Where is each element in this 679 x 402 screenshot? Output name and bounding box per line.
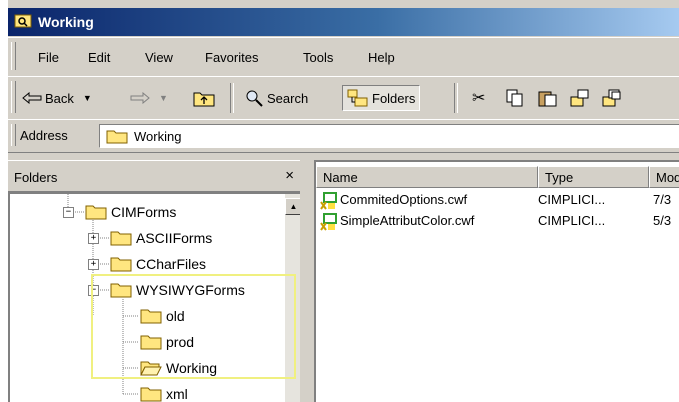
folder-icon	[106, 129, 128, 144]
tree-node-wysiwygforms[interactable]: WYSIWYGForms	[110, 281, 245, 299]
search-button[interactable]: Search	[244, 86, 308, 110]
tree-node-prod[interactable]: prod	[140, 333, 194, 351]
file-type: CIMPLICI...	[538, 192, 606, 207]
menubar-grip[interactable]	[11, 42, 16, 70]
paste-icon	[538, 89, 558, 107]
cut-button[interactable]: ✂	[472, 86, 485, 110]
standard-toolbar: Back ▼ ▼ Search Folders ✂	[8, 76, 679, 120]
file-name: CommitedOptions.cwf	[340, 192, 468, 207]
up-folder-icon	[193, 89, 215, 107]
file-modified: 7/3	[653, 192, 672, 207]
folder-icon	[140, 334, 162, 350]
column-header-modified[interactable]: Mod	[649, 166, 679, 188]
tree-node-working[interactable]: Working	[140, 359, 217, 377]
toolbar-separator	[454, 83, 458, 113]
move-to-button[interactable]	[570, 86, 590, 110]
tree-node-cimforms[interactable]: CIMForms	[85, 203, 176, 221]
folder-icon	[140, 386, 162, 402]
tree-node-label: ASCIIForms	[136, 230, 213, 246]
folders-pane: Folders × − CIMForms + ASCIIForms + CCha…	[8, 160, 302, 402]
file-row[interactable]: CommitedOptions.cwf CIMPLICI... 7/3	[320, 190, 679, 210]
menu-edit[interactable]: Edit	[88, 50, 110, 65]
paste-button[interactable]	[538, 86, 558, 110]
column-header-name[interactable]: Name	[316, 166, 538, 188]
folder-icon	[110, 282, 132, 298]
folders-button[interactable]: Folders	[342, 85, 421, 111]
address-bar: Address Working	[8, 119, 679, 153]
tree-node-label: WYSIWYGForms	[136, 282, 245, 298]
menu-bar: File Edit View Favorites Tools Help	[8, 37, 679, 77]
copy-to-button[interactable]	[602, 86, 622, 110]
folders-label: Folders	[372, 90, 416, 106]
file-type: CIMPLICI...	[538, 213, 606, 228]
menu-favorites[interactable]: Favorites	[205, 50, 258, 65]
search-label: Search	[267, 90, 309, 106]
folders-pane-header: Folders ×	[8, 160, 300, 192]
copy-to-icon	[602, 89, 622, 107]
menu-view[interactable]: View	[145, 50, 173, 65]
folders-pane-title: Folders	[14, 170, 58, 185]
forward-arrow-icon	[130, 92, 150, 104]
title-bar[interactable]: Working	[8, 8, 679, 36]
tree-node-asciiforms[interactable]: ASCIIForms	[110, 229, 212, 247]
folder-icon	[110, 256, 132, 272]
tree-node-label: old	[166, 308, 185, 324]
cwf-file-icon	[320, 192, 338, 210]
folder-icon	[110, 230, 132, 246]
column-header-type[interactable]: Type	[538, 166, 649, 188]
tree-node-label: Working	[166, 360, 218, 376]
menu-tools[interactable]: Tools	[303, 50, 333, 65]
toolbar-grip[interactable]	[11, 81, 16, 113]
explorer-window: Working File Edit View Favorites Tools H…	[8, 0, 679, 402]
address-label: Address	[20, 128, 68, 143]
tree-node-label: CIMForms	[111, 204, 177, 220]
folder-tree: − CIMForms + ASCIIForms + CCharFiles − W…	[8, 192, 302, 402]
close-icon[interactable]: ×	[285, 167, 294, 184]
file-name: SimpleAttributColor.cwf	[340, 213, 475, 228]
up-folder-button[interactable]	[193, 86, 215, 110]
addressbar-grip[interactable]	[11, 124, 16, 146]
open-folder-icon	[140, 360, 162, 376]
expand-toggle[interactable]: +	[88, 233, 99, 244]
file-row[interactable]: SimpleAttributColor.cwf CIMPLICI... 5/3	[320, 211, 679, 231]
copy-button[interactable]	[506, 86, 524, 110]
address-value: Working	[134, 129, 182, 144]
cwf-file-icon	[320, 213, 338, 231]
window-title: Working	[38, 14, 94, 30]
back-dropdown-icon[interactable]: ▼	[83, 93, 92, 103]
folder-icon	[85, 204, 107, 220]
menu-help[interactable]: Help	[368, 50, 395, 65]
tree-node-ccharfiles[interactable]: CCharFiles	[110, 255, 206, 273]
folders-icon	[347, 89, 369, 107]
address-input[interactable]: Working	[99, 124, 679, 148]
collapse-toggle[interactable]: −	[88, 285, 99, 296]
cut-icon: ✂	[472, 90, 486, 107]
forward-dropdown-icon[interactable]: ▼	[159, 93, 168, 103]
menu-file[interactable]: File	[38, 50, 59, 65]
back-button[interactable]: Back ▼	[22, 86, 92, 110]
tree-node-label: prod	[166, 334, 195, 350]
back-arrow-icon	[22, 92, 42, 104]
collapse-toggle[interactable]: −	[63, 207, 74, 218]
folder-icon	[140, 308, 162, 324]
back-label: Back	[45, 90, 74, 106]
copy-icon	[506, 89, 524, 107]
toolbar-separator	[230, 83, 234, 113]
search-icon	[244, 89, 264, 107]
file-list-pane: Name Type Mod CommitedOptions.cwf CIMPLI…	[314, 160, 679, 402]
pane-splitter[interactable]	[300, 160, 314, 402]
move-to-icon	[570, 89, 590, 107]
tree-node-old[interactable]: old	[140, 307, 185, 325]
forward-button[interactable]: ▼	[130, 86, 168, 110]
file-modified: 5/3	[653, 213, 672, 228]
tree-node-label: xml	[166, 386, 188, 402]
tree-node-label: CCharFiles	[136, 256, 207, 272]
expand-toggle[interactable]: +	[88, 259, 99, 270]
explorer-window-icon	[14, 13, 32, 29]
tree-node-xml[interactable]: xml	[140, 385, 188, 402]
